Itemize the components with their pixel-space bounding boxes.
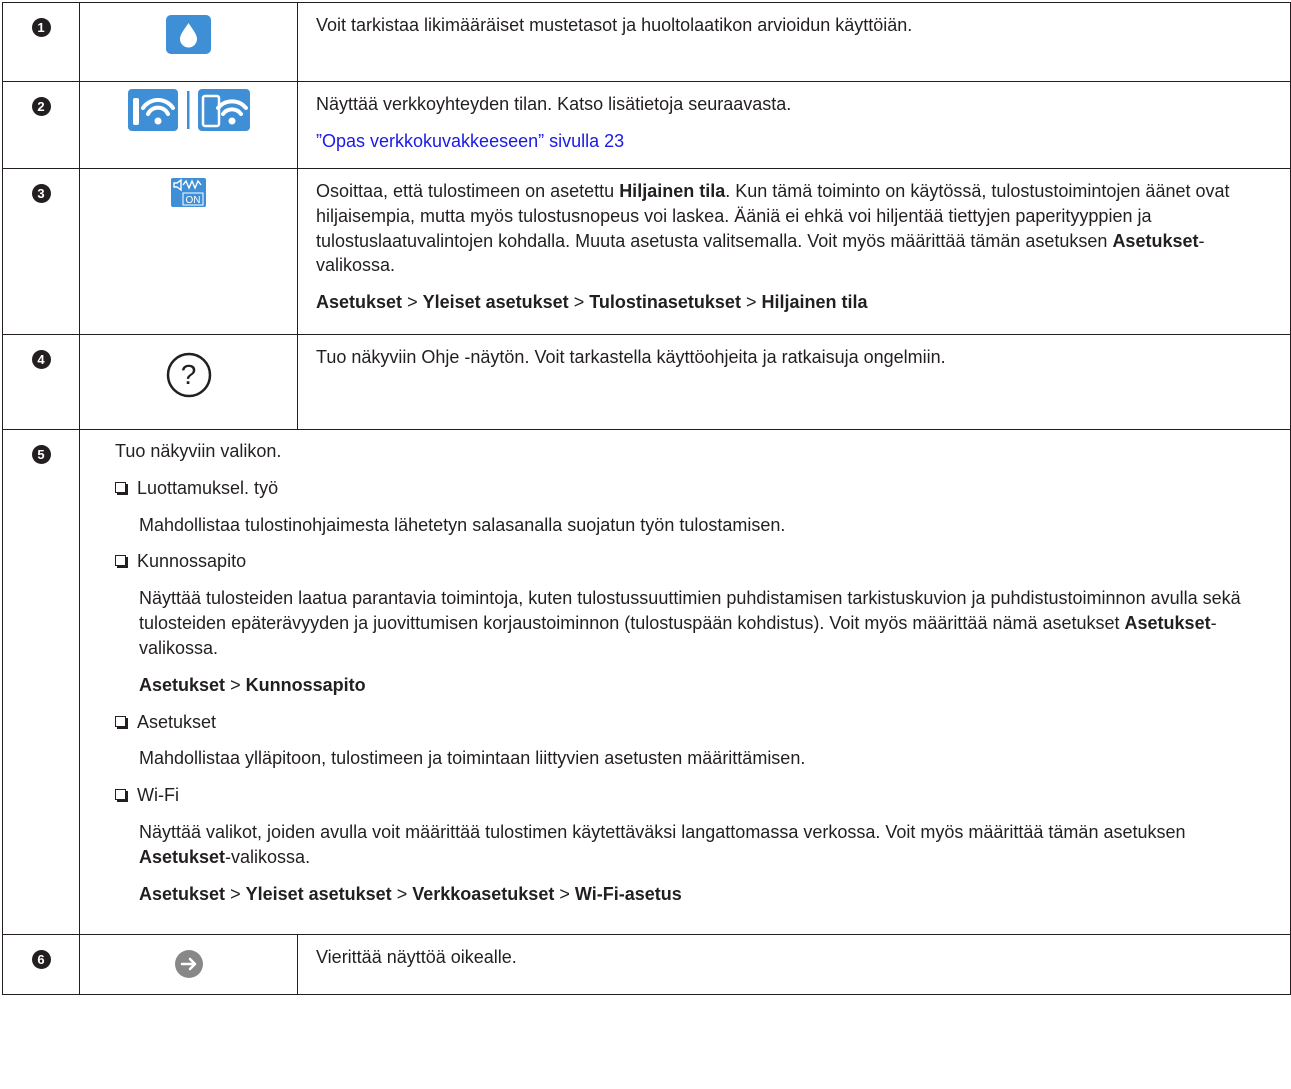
- table-row: 1 Voit tarkistaa likimääräiset mustetaso…: [2, 2, 1291, 82]
- ink-drop-icon: [165, 14, 212, 62]
- list-item: Kunnossapito: [115, 549, 1272, 574]
- row-description: Voit tarkistaa likimääräiset mustetasot …: [316, 15, 913, 35]
- svg-text:ON: ON: [186, 195, 201, 206]
- table-row: 4 ? Tuo näkyviin Ohje -näytön. Voit tark…: [2, 334, 1291, 430]
- help-icon: ?: [166, 352, 212, 398]
- row-description: Vierittää näyttöä oikealle.: [316, 947, 517, 967]
- arrow-right-icon: [174, 949, 204, 986]
- row-number-badge: 3: [31, 184, 51, 203]
- menu-path: Asetukset > Kunnossapito: [139, 674, 366, 695]
- network-icon-guide-link[interactable]: ”Opas verkkokuvakkeeseen” sivulla 23: [316, 131, 624, 151]
- row-description: Näyttää verkkoyhteyden tilan. Katso lisä…: [316, 94, 792, 114]
- list-item: Wi-Fi: [115, 783, 1272, 808]
- checkbox-bullet-icon: [115, 715, 126, 727]
- row-number-badge: 1: [31, 18, 51, 37]
- icon-description-table: 1 Voit tarkistaa likimääräiset mustetaso…: [2, 2, 1291, 995]
- wifi-status-icon: [127, 89, 250, 138]
- row-description: Osoittaa, että tulostimeen on asetettu H…: [316, 181, 1230, 276]
- list-item: Asetukset: [115, 710, 1272, 735]
- checkbox-bullet-icon: [115, 789, 126, 801]
- table-row: 5 Tuo näkyviin valikon. Luottamuksel. ty…: [2, 429, 1291, 935]
- table-row: 3 ON Osoittaa, että tulostimeen on asete…: [2, 168, 1291, 335]
- table-row: 6 Vierittää näyttöä oikealle.: [2, 934, 1291, 995]
- menu-path: Asetukset > Yleiset asetukset > Tulostin…: [316, 292, 868, 313]
- row-number-badge: 2: [31, 97, 51, 116]
- quiet-mode-on-icon: ON: [171, 178, 206, 214]
- row-number-badge: 4: [31, 350, 51, 369]
- row-number-badge: 6: [31, 950, 51, 969]
- list-item: Luottamuksel. työ: [115, 476, 1272, 501]
- row-number-badge: 5: [31, 445, 51, 464]
- menu-path: Asetukset > Yleiset asetukset > Verkkoas…: [139, 883, 682, 904]
- row-description: Tuo näkyviin Ohje -näytön. Voit tarkaste…: [316, 347, 946, 367]
- checkbox-bullet-icon: [115, 481, 126, 493]
- table-row: 2 Näyttää verkkoyhteyden tilan. Katso li…: [2, 81, 1291, 169]
- checkbox-bullet-icon: [115, 555, 126, 567]
- menu-intro: Tuo näkyviin valikon.: [115, 441, 282, 461]
